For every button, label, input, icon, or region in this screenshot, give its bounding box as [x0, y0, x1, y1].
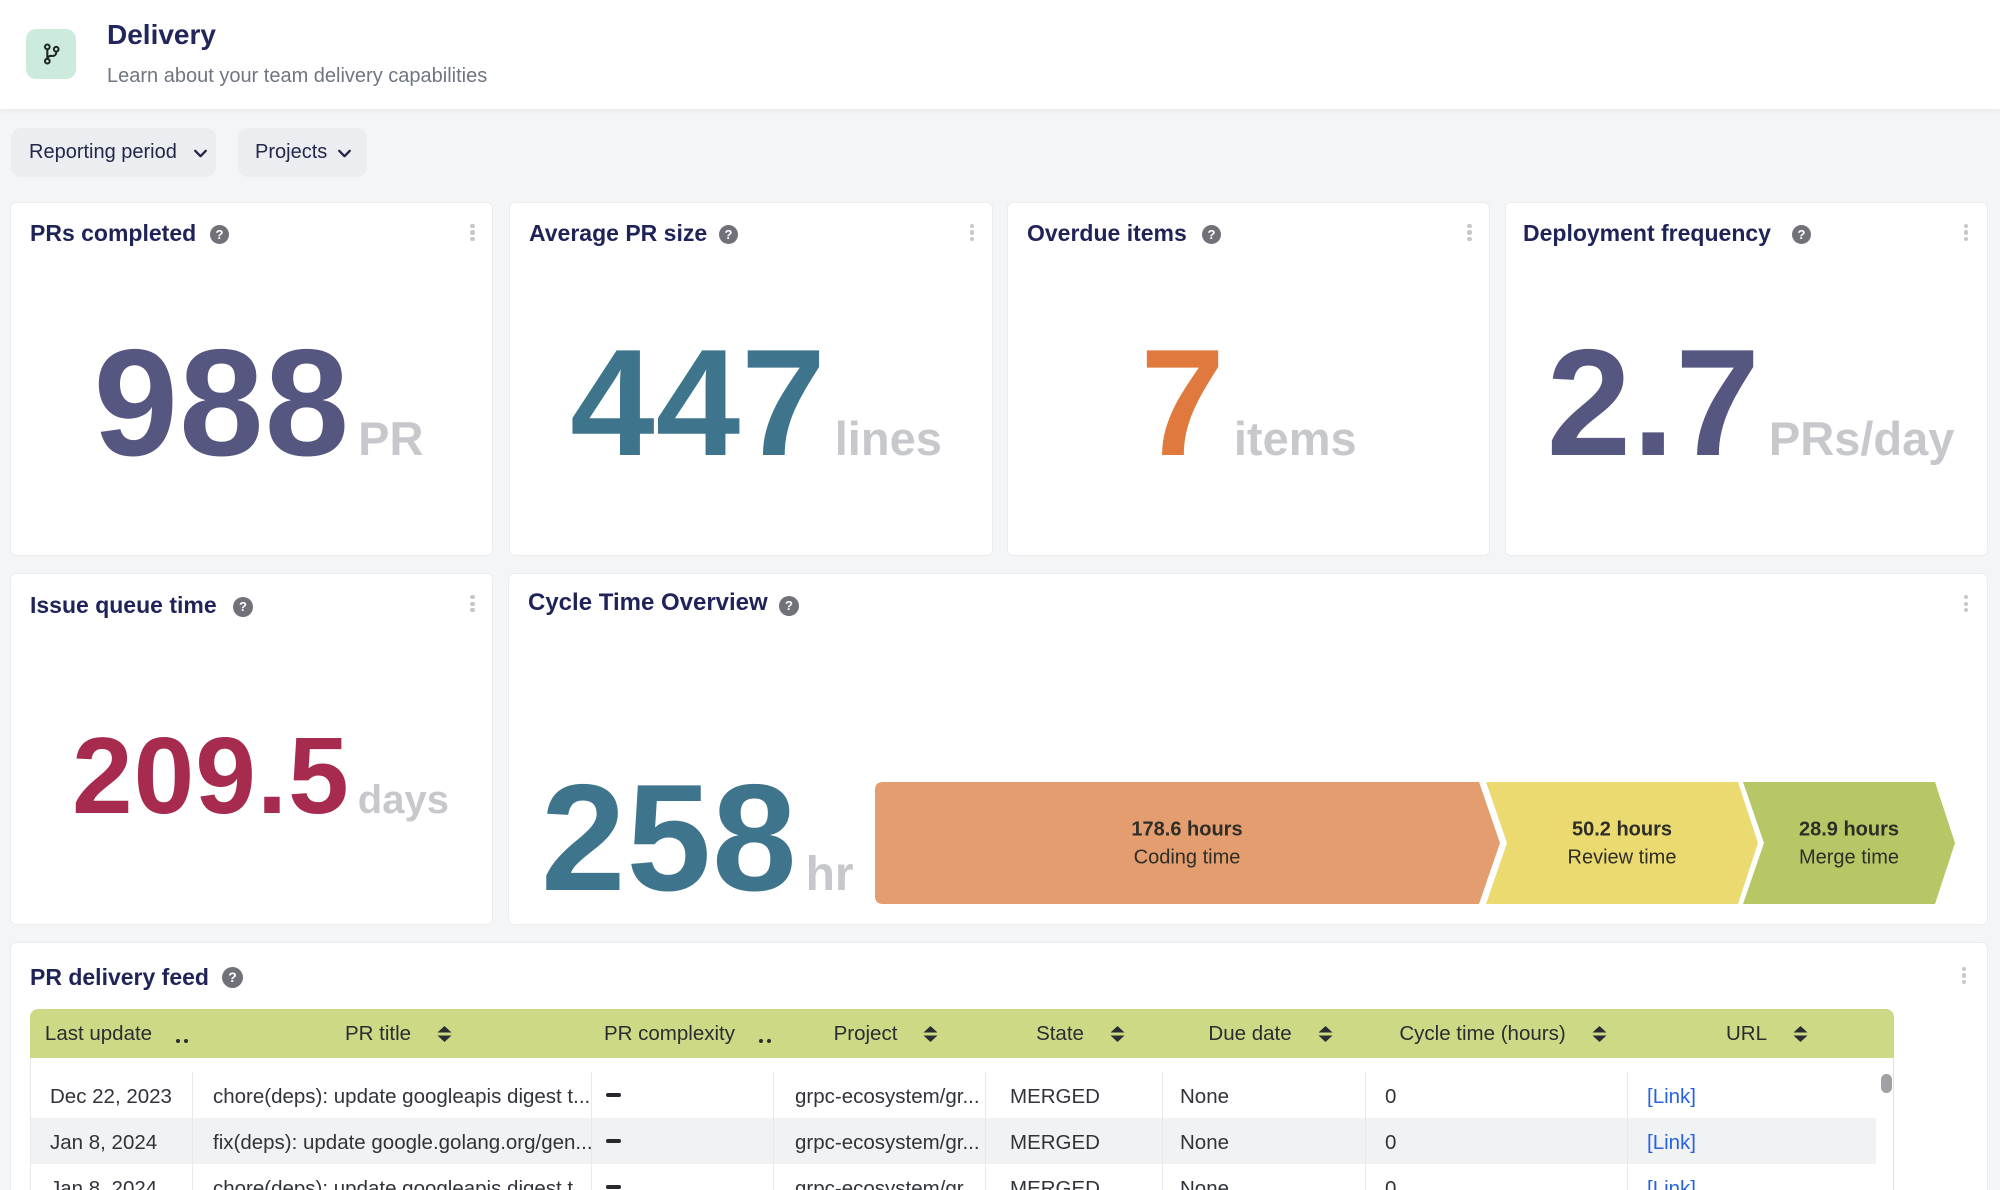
svg-text:Merge time: Merge time	[1799, 847, 1899, 869]
svg-text:Review time: Review time	[1568, 847, 1677, 869]
svg-text:178.6 hours: 178.6 hours	[1131, 819, 1242, 841]
svg-text:50.2 hours: 50.2 hours	[1572, 819, 1672, 841]
svg-text:28.9 hours: 28.9 hours	[1799, 819, 1899, 841]
svg-text:Coding time: Coding time	[1134, 847, 1241, 869]
